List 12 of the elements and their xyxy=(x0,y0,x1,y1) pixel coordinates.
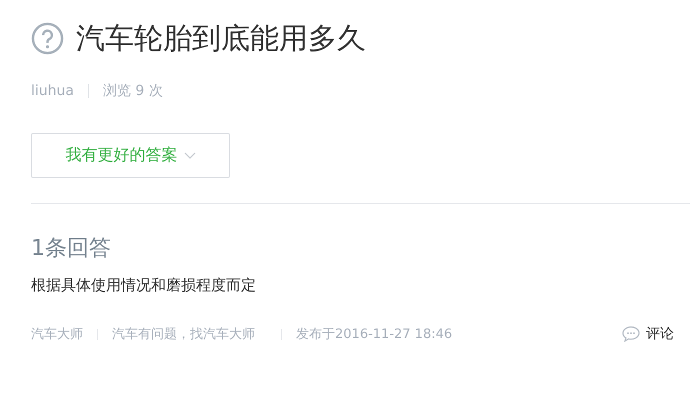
view-count: 浏览 9 次 xyxy=(102,82,163,100)
question-title: 汽车轮胎到底能用多久 xyxy=(76,20,366,57)
caret-icon xyxy=(184,152,196,160)
answerer-name: 汽车大师 xyxy=(31,326,83,343)
publish-time: 发布于2016-11-27 18:46 xyxy=(296,326,452,343)
question-icon xyxy=(31,22,64,54)
answer-count: 1条回答 xyxy=(31,235,112,263)
answerer-slogan: 汽车有问题，找汽车大师 xyxy=(112,326,255,343)
comment-button[interactable]: 评论 xyxy=(622,325,674,343)
author-name: liuhua xyxy=(31,83,74,99)
speech-bubble-icon xyxy=(622,326,640,342)
answer-text: 根据具体使用情况和磨损程度而定 xyxy=(31,276,257,295)
